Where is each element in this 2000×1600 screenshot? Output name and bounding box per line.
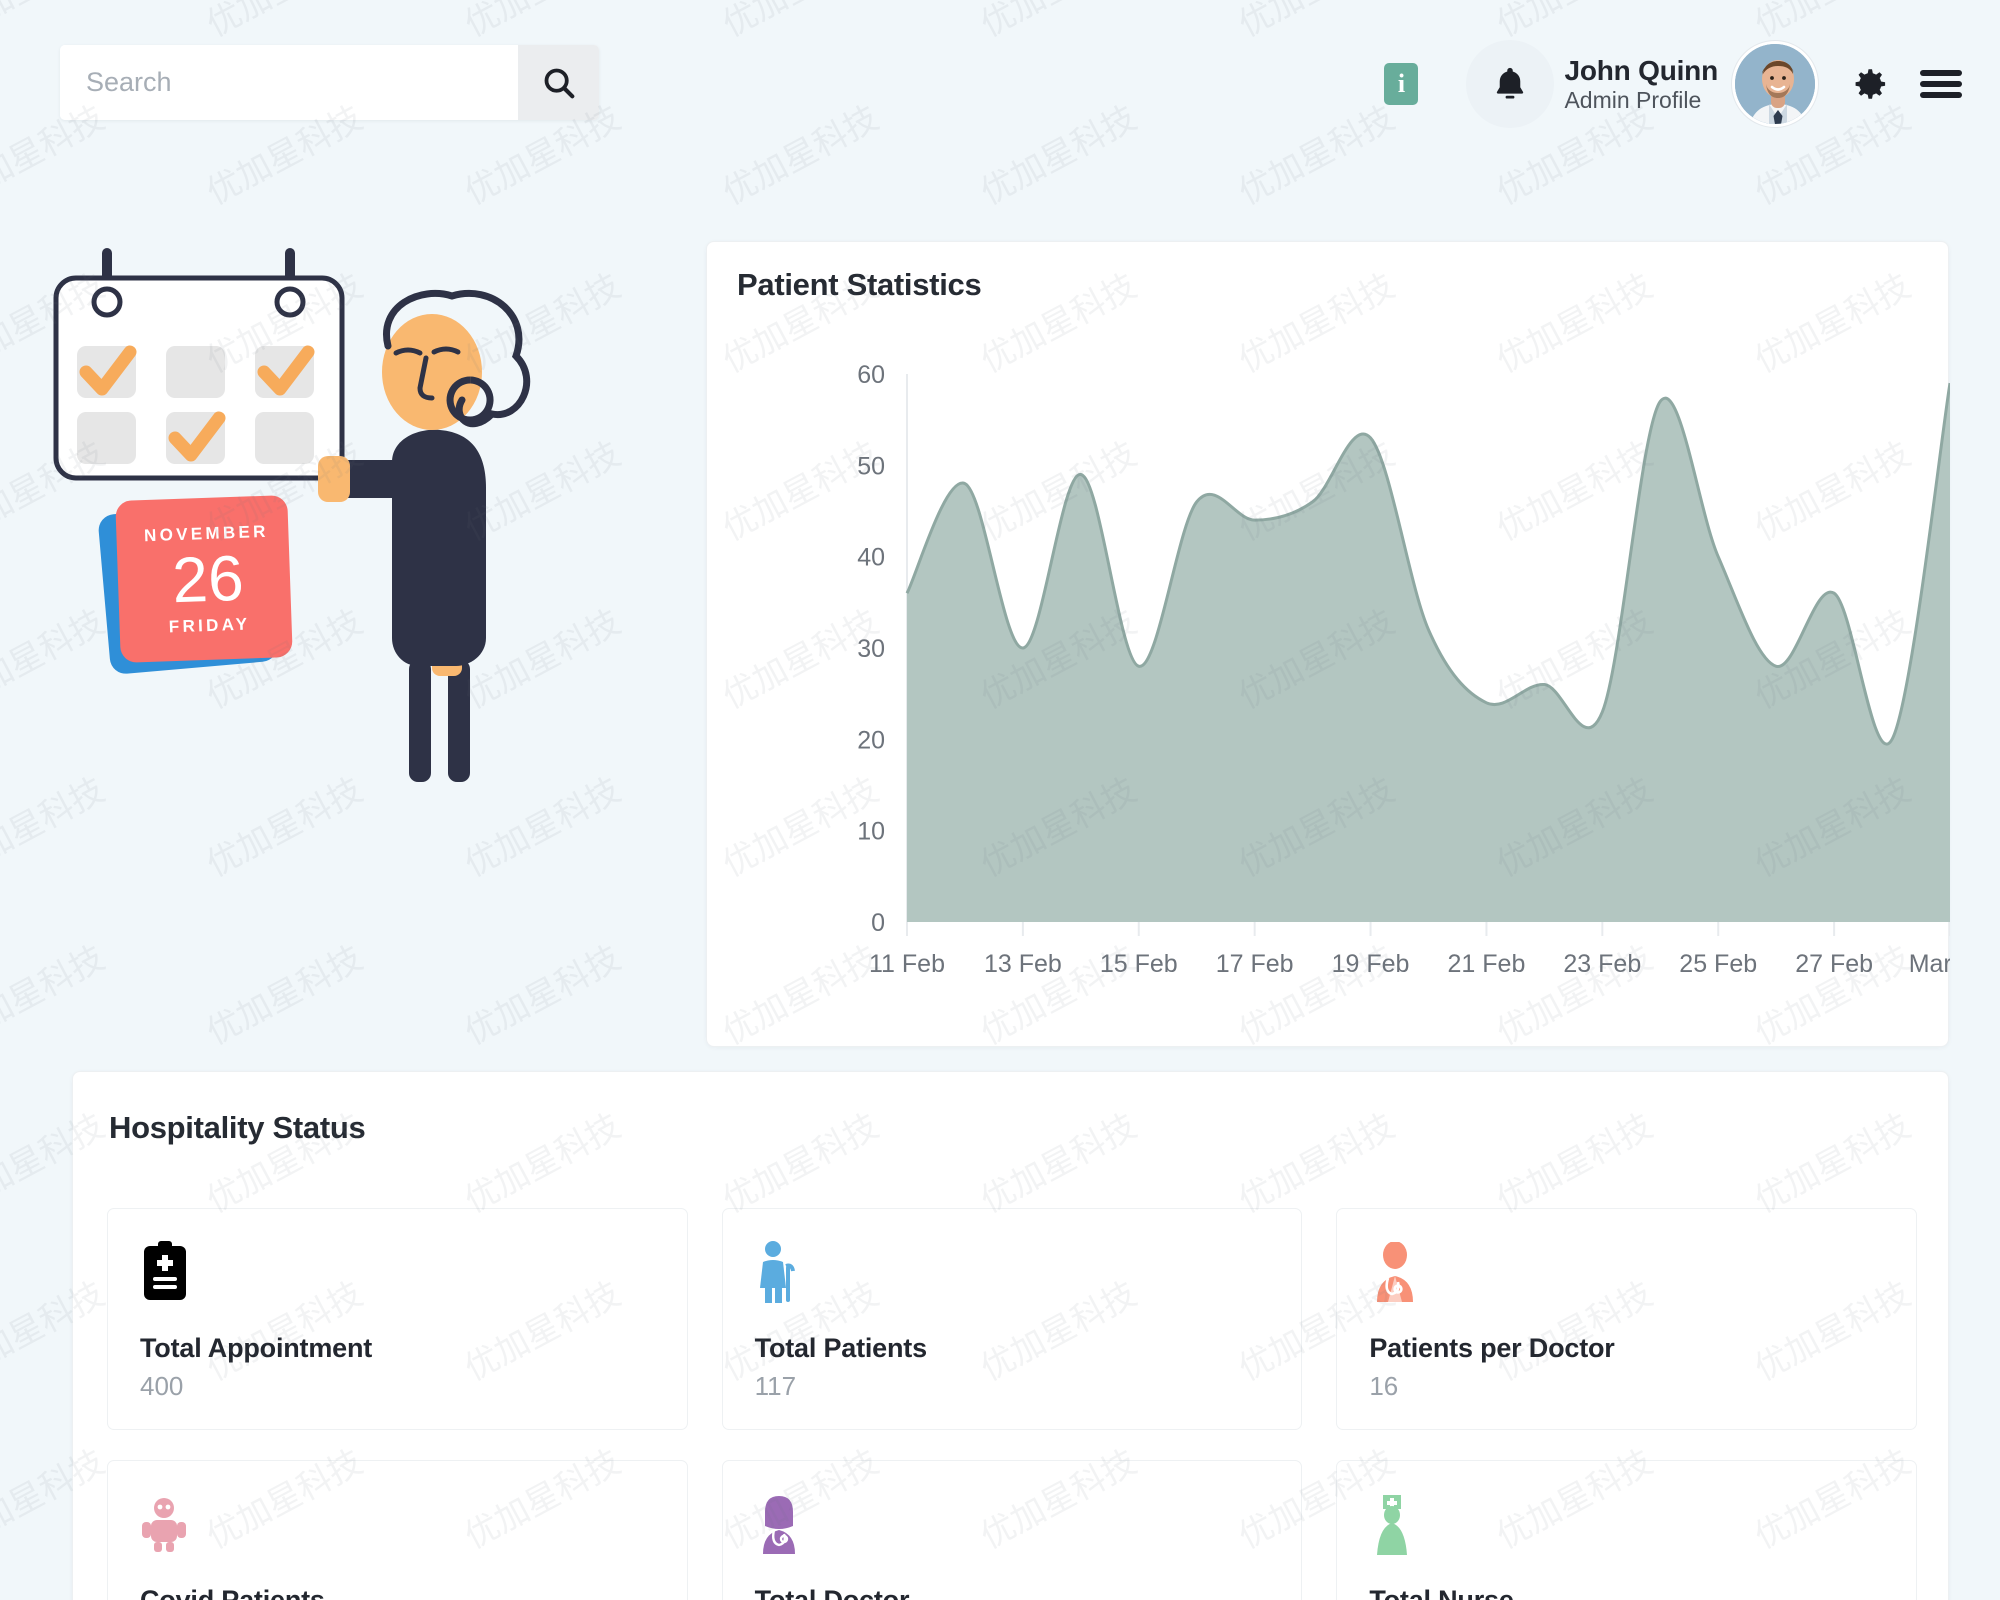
stat-card-label: Covid Patients bbox=[140, 1585, 325, 1600]
info-badge-icon[interactable]: i bbox=[1384, 63, 1419, 105]
x-axis-tick: 23 Feb bbox=[1563, 950, 1641, 978]
stat-card[interactable]: Total Appointment 400 bbox=[107, 1208, 688, 1430]
nurse-icon bbox=[1369, 1487, 1884, 1561]
stat-card[interactable]: Covid Patients bbox=[107, 1460, 688, 1600]
x-axis-tick: 17 Feb bbox=[1216, 950, 1294, 978]
x-axis-tick: 27 Feb bbox=[1795, 950, 1873, 978]
header-actions: i John Quinn Admin Profile bbox=[1384, 40, 1964, 128]
profile-info[interactable]: John Quinn Admin Profile bbox=[1564, 55, 1718, 114]
hospitality-stat-grid: Total Appointment 400 Total Patients 117… bbox=[107, 1208, 1917, 1600]
y-axis-tick: 20 bbox=[857, 726, 885, 754]
hamburger-icon bbox=[1920, 70, 1962, 98]
x-axis-tick: 15 Feb bbox=[1100, 950, 1178, 978]
patient-statistics-chart: 0 10 20 30 40 50 60 11 Feb 13 Feb 15 Feb 17 Feb 19 … bbox=[707, 361, 1991, 1042]
menu-button[interactable] bbox=[1918, 67, 1964, 101]
date-card: NOVEMBER 26 FRIDAY bbox=[119, 496, 297, 664]
stat-card[interactable]: Total Doctor bbox=[721, 1460, 1303, 1600]
search-icon bbox=[544, 68, 574, 98]
top-header-bar: i John Quinn Admin Profile bbox=[0, 0, 2000, 170]
hospitality-title: Hospitality Status bbox=[109, 1110, 366, 1145]
stat-card-label: Total Appointment bbox=[140, 1333, 373, 1363]
bell-icon bbox=[1497, 67, 1524, 99]
date-card-weekday: FRIDAY bbox=[168, 614, 251, 637]
doctor-icon bbox=[1369, 1235, 1884, 1309]
hospitality-status-card: Hospitality Status Total Appointment 400 bbox=[72, 1071, 1949, 1600]
stat-card-value: 16 bbox=[1369, 1371, 1399, 1401]
x-axis-tick: 21 Feb bbox=[1448, 950, 1526, 978]
stat-card[interactable]: Total Patients 117 bbox=[721, 1208, 1303, 1430]
stat-card-label: Patients per Doctor bbox=[1369, 1333, 1615, 1363]
elderly-patient-icon bbox=[755, 1235, 1270, 1309]
y-axis-tick: 10 bbox=[857, 818, 885, 846]
avatar[interactable] bbox=[1732, 41, 1818, 127]
area-chart-svg: 0 10 20 30 40 50 60 11 Feb 13 Feb 15 Feb 17 Feb 19 … bbox=[857, 361, 1991, 978]
x-axis-tick: Mar '17 bbox=[1909, 950, 1950, 978]
profile-name: John Quinn bbox=[1564, 54, 1718, 86]
y-axis-tick: 0 bbox=[871, 909, 885, 937]
search-input[interactable] bbox=[60, 45, 518, 120]
x-axis-tick: 13 Feb bbox=[984, 950, 1062, 978]
chart-title: Patient Statistics bbox=[737, 267, 982, 302]
profile-role: Admin Profile bbox=[1564, 86, 1702, 113]
y-axis-tick: 40 bbox=[857, 544, 885, 572]
virus-patient-icon bbox=[140, 1487, 655, 1561]
search-button[interactable] bbox=[518, 45, 599, 120]
notifications-button[interactable] bbox=[1466, 40, 1555, 128]
x-axis-tick: 19 Feb bbox=[1332, 950, 1410, 978]
stat-card[interactable]: Patients per Doctor 16 bbox=[1336, 1208, 1917, 1430]
x-axis-tick: 25 Feb bbox=[1679, 950, 1757, 978]
stat-card-value: 117 bbox=[754, 1371, 797, 1401]
y-axis-tick: 50 bbox=[857, 452, 885, 480]
stat-card-label: Total Nurse bbox=[1369, 1585, 1514, 1600]
date-card-day: 26 bbox=[171, 541, 245, 617]
settings-button[interactable] bbox=[1848, 63, 1890, 105]
appointment-illustration-svg bbox=[53, 248, 531, 782]
search-box[interactable] bbox=[60, 45, 599, 120]
x-axis-tick: 11 Feb bbox=[869, 950, 945, 978]
stat-card-value: 400 bbox=[140, 1371, 184, 1401]
y-axis-tick: 60 bbox=[857, 362, 885, 389]
patient-statistics-card: Patient Statistics 0 10 20 30 40 50 60 11 Feb 13… bbox=[706, 241, 1991, 1047]
clipboard-medical-icon bbox=[140, 1235, 655, 1309]
calendar-illustration: NOVEMBER 26 FRIDAY bbox=[0, 230, 700, 850]
gear-icon bbox=[1855, 69, 1886, 99]
y-axis-tick: 30 bbox=[857, 635, 885, 663]
avatar-photo bbox=[1735, 44, 1815, 124]
stat-card-label: Total Patients bbox=[754, 1333, 927, 1363]
stat-card-label: Total Doctor bbox=[754, 1585, 910, 1600]
female-doctor-icon bbox=[755, 1487, 1270, 1561]
stat-card[interactable]: Total Nurse bbox=[1336, 1460, 1917, 1600]
